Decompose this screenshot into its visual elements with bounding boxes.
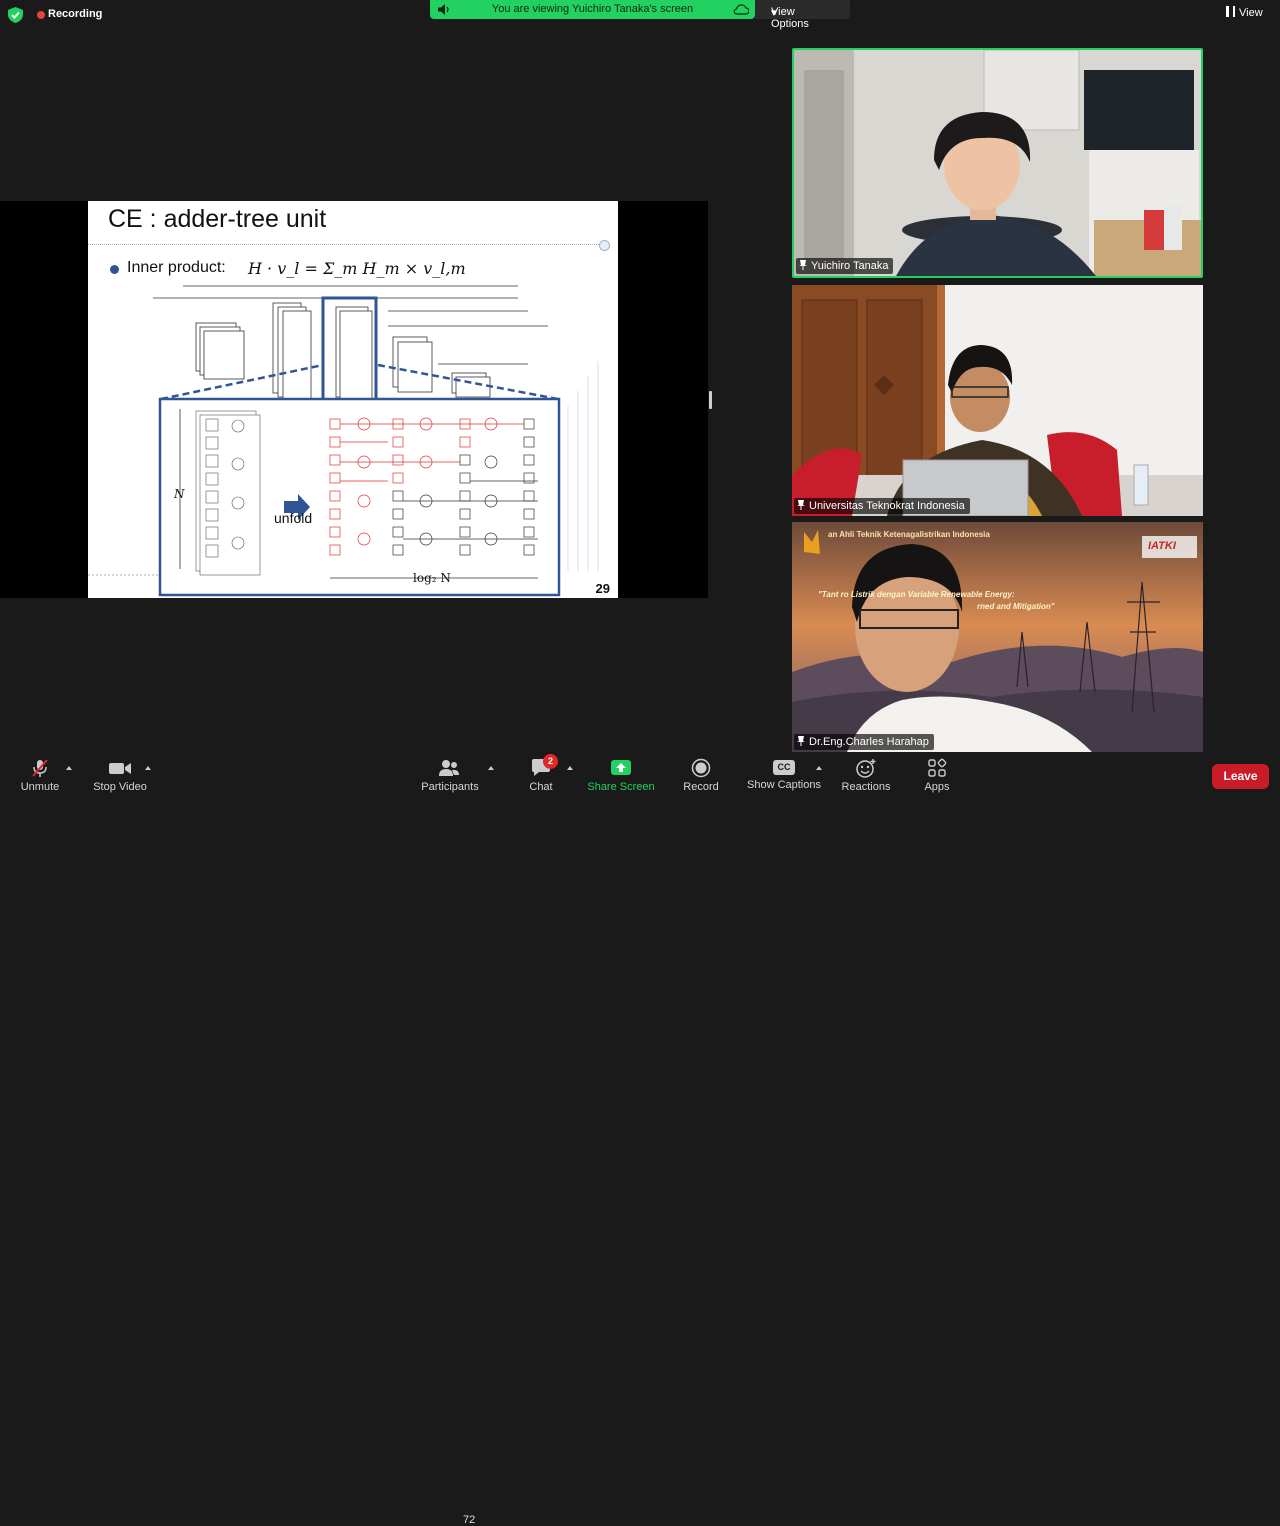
pin-icon (797, 736, 805, 746)
viewing-screen-text: You are viewing Yuichiro Tanaka's screen (491, 3, 694, 15)
title-divider (88, 244, 603, 245)
share-screen-label: Share Screen (587, 781, 655, 793)
recording-label[interactable]: Recording (48, 8, 102, 20)
unfold-label: unfold (274, 510, 313, 526)
meeting-toolbar: Unmute Stop Video Participants 72 Chat S… (0, 752, 1280, 1526)
participant-video (792, 285, 1203, 516)
bullet-dot (110, 265, 119, 274)
participant-video (792, 522, 1203, 752)
closed-captions-icon: CC (773, 760, 795, 775)
stop-video-button[interactable]: Stop Video (90, 758, 150, 793)
unmute-label: Unmute (20, 781, 60, 793)
video-tile-participant[interactable]: an Ahli Teknik Ketenagalistrikan Indones… (792, 522, 1203, 752)
participant-name-tag: Universitas Teknokrat Indonesia (794, 498, 970, 514)
participant-video (794, 50, 1201, 276)
record-icon (691, 758, 711, 778)
title-divider-dot (599, 240, 610, 251)
audio-options-caret[interactable] (66, 766, 72, 770)
chat-options-caret[interactable] (567, 766, 573, 770)
show-captions-label: Show Captions (747, 779, 821, 791)
participant-name-tag: Dr.Eng.Charles Harahap (794, 734, 934, 750)
share-screen-icon (611, 760, 631, 775)
participant-name-tag: Yuichiro Tanaka (796, 258, 894, 274)
reactions-button[interactable]: Reactions (838, 758, 894, 793)
view-button[interactable]: View (1226, 6, 1263, 19)
apps-label: Apps (924, 781, 950, 793)
video-tile-speaker[interactable]: Yuichiro Tanaka (792, 48, 1203, 278)
recording-dot-icon (37, 11, 45, 19)
share-screen-button[interactable]: Share Screen (585, 758, 657, 793)
apps-button[interactable]: Apps (919, 758, 955, 793)
shared-slide: CE : adder-tree unit Inner product: H · … (88, 201, 618, 598)
apps-grid-icon (928, 758, 947, 777)
show-captions-button[interactable]: CC Show Captions (744, 758, 824, 791)
participant-name: Dr.Eng.Charles Harahap (809, 736, 929, 748)
layout-icon (1226, 6, 1235, 17)
view-label: View (1239, 7, 1263, 19)
slide-title: CE : adder-tree unit (108, 205, 327, 233)
participants-options-caret[interactable] (488, 766, 494, 770)
background-org-text: an Ahli Teknik Ketenagalistrikan Indones… (828, 530, 990, 539)
participant-name: Yuichiro Tanaka (811, 260, 889, 272)
participants-button[interactable]: Participants (417, 758, 483, 793)
leave-button[interactable]: Leave (1212, 764, 1269, 789)
chevron-down-icon: ▾ (771, 7, 777, 19)
reactions-label: Reactions (841, 781, 891, 793)
bullet-label: Inner product: (127, 259, 226, 276)
background-logo-text: IATKI (1148, 540, 1176, 552)
cloud-icon (733, 4, 749, 15)
viewing-screen-banner: You are viewing Yuichiro Tanaka's screen (430, 0, 755, 19)
chat-unread-badge: 2 (543, 754, 558, 769)
record-label: Record (683, 781, 719, 793)
n-label: N (174, 487, 185, 501)
video-options-caret[interactable] (145, 766, 151, 770)
captions-options-caret[interactable] (816, 766, 822, 770)
split-view-handle[interactable] (709, 391, 712, 409)
video-tile-participant[interactable]: Universitas Teknokrat Indonesia (792, 285, 1203, 516)
pin-icon (797, 500, 805, 510)
chat-label: Chat (529, 781, 553, 793)
participant-name: Universitas Teknokrat Indonesia (809, 500, 965, 512)
unmute-button[interactable]: Unmute (18, 758, 62, 793)
background-topic-text-2: rned and Mitigation" (977, 602, 1055, 611)
video-camera-icon (109, 763, 131, 774)
stop-video-label: Stop Video (93, 781, 147, 793)
microphone-muted-icon (32, 759, 48, 777)
record-button[interactable]: Record (678, 758, 724, 793)
adder-tree-diagram (88, 285, 599, 597)
inner-product-formula: H · v_l = Σ_m H_m × v_l,m (248, 259, 466, 278)
participants-label: Participants (421, 781, 479, 793)
view-options-button[interactable]: View Options ▾ (755, 0, 850, 30)
slide-number: 29 (595, 581, 610, 596)
participants-count: 72 (463, 1514, 476, 1526)
background-topic-text: "Tant ro Listrik dengan Variable Renewab… (818, 590, 1015, 599)
security-shield-icon[interactable] (8, 7, 23, 23)
participants-icon (439, 760, 459, 776)
pin-icon (799, 260, 807, 270)
log2n-label: log₂ N (413, 571, 451, 585)
smiley-plus-icon (856, 759, 876, 778)
